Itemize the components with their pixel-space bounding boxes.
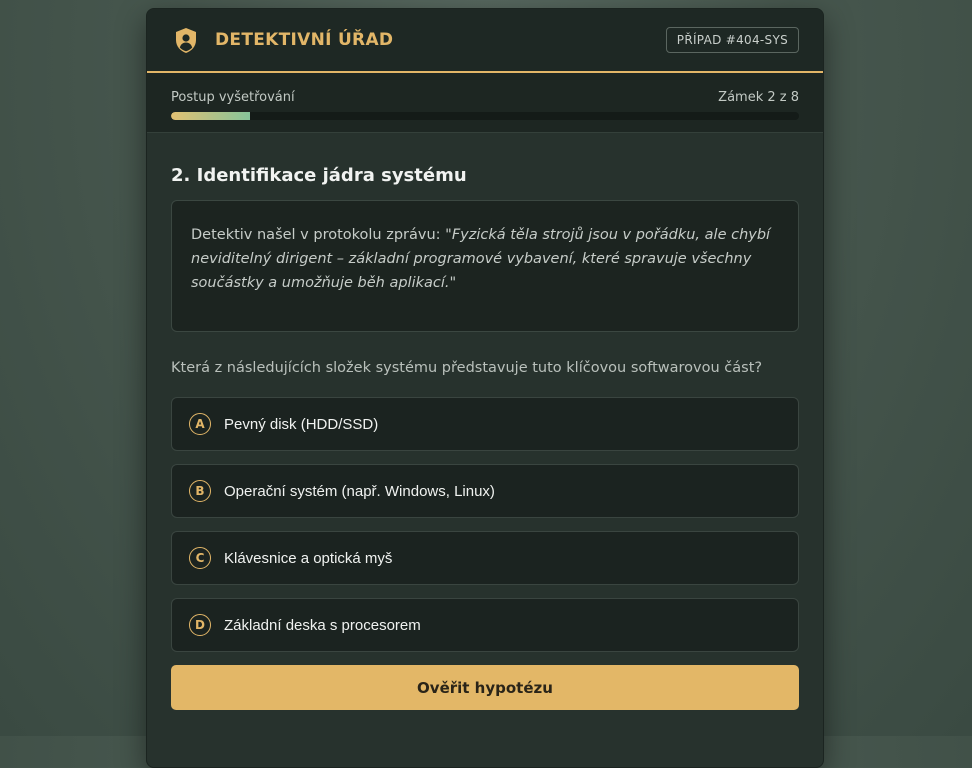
option-text: Klávesnice a optická myš	[224, 549, 393, 567]
story-box: Detektiv našel v protokolu zprávu: "Fyzi…	[171, 200, 799, 332]
story-prefix: Detektiv našel v protokolu zprávu:	[191, 227, 446, 243]
option-letter: C	[189, 547, 211, 569]
option-letter: A	[189, 413, 211, 435]
quiz-card: DETEKTIVNÍ ÚŘAD PŘÍPAD #404-SYS Postup v…	[146, 8, 824, 768]
option-letter: B	[189, 480, 211, 502]
option-text: Pevný disk (HDD/SSD)	[224, 415, 379, 433]
header: DETEKTIVNÍ ÚŘAD PŘÍPAD #404-SYS	[147, 9, 823, 73]
progress-counter: Zámek 2 z 8	[718, 90, 799, 105]
brand-title: DETEKTIVNÍ ÚŘAD	[215, 30, 394, 50]
progress-label: Postup vyšetřování	[171, 90, 295, 105]
option-letter: D	[189, 614, 211, 636]
progress-section: Postup vyšetřování Zámek 2 z 8	[147, 73, 823, 133]
question-title: 2. Identifikace jádra systému	[171, 165, 467, 186]
verify-hypothesis-button[interactable]: Ověřit hypotézu	[171, 665, 799, 710]
option-text: Základní deska s procesorem	[224, 616, 421, 634]
case-badge: PŘÍPAD #404-SYS	[665, 27, 799, 53]
progress-fill	[171, 112, 250, 120]
option-d[interactable]: D Základní deska s procesorem	[171, 598, 799, 652]
option-c[interactable]: C Klávesnice a optická myš	[171, 531, 799, 585]
option-text: Operační systém (např. Windows, Linux)	[224, 482, 495, 500]
question-prompt: Která z následujících složek systému pře…	[171, 360, 763, 376]
progress-track	[171, 112, 799, 120]
shield-user-icon	[173, 26, 199, 54]
option-b[interactable]: B Operační systém (např. Windows, Linux)	[171, 464, 799, 518]
option-a[interactable]: A Pevný disk (HDD/SSD)	[171, 397, 799, 451]
question-content: 2. Identifikace jádra systému Detektiv n…	[147, 133, 823, 710]
